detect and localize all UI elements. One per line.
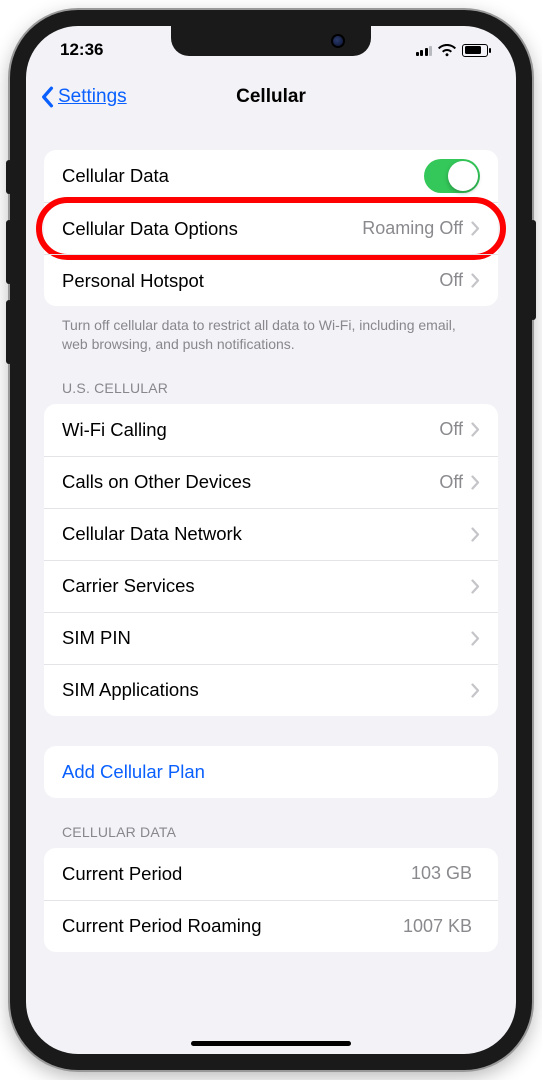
cellular-signal-icon <box>416 44 433 56</box>
content[interactable]: Cellular Data Cellular Data Options Roam… <box>26 120 516 1026</box>
group-usage: Current Period 103 GB Current Period Roa… <box>44 848 498 952</box>
row-personal-hotspot[interactable]: Personal Hotspot Off <box>44 254 498 306</box>
row-cellular-data[interactable]: Cellular Data <box>44 150 498 202</box>
group-carrier: Wi-Fi Calling Off Calls on Other Devices… <box>44 404 498 716</box>
wifi-calling-value: Off <box>439 419 463 440</box>
sim-apps-label: SIM Applications <box>62 679 471 701</box>
notch <box>171 26 371 56</box>
wifi-icon <box>438 44 456 57</box>
carrier-services-label: Carrier Services <box>62 575 471 597</box>
status-time: 12:36 <box>60 40 103 60</box>
chevron-right-icon <box>471 631 480 646</box>
row-current-period-roaming[interactable]: Current Period Roaming 1007 KB <box>44 900 498 952</box>
wifi-calling-label: Wi-Fi Calling <box>62 419 439 441</box>
row-wifi-calling[interactable]: Wi-Fi Calling Off <box>44 404 498 456</box>
current-period-label: Current Period <box>62 863 411 885</box>
page-title: Cellular <box>236 86 306 108</box>
chevron-right-icon <box>471 683 480 698</box>
carrier-header: U.S. CELLULAR <box>44 354 498 404</box>
cellular-data-toggle[interactable] <box>424 159 480 193</box>
chevron-right-icon <box>471 527 480 542</box>
home-indicator[interactable] <box>191 1041 351 1046</box>
status-right <box>416 44 489 57</box>
mute-switch <box>6 160 12 194</box>
screen: 12:36 Settings Cellular Cellular Data <box>26 26 516 1054</box>
chevron-right-icon <box>471 475 480 490</box>
roaming-label: Current Period Roaming <box>62 915 403 937</box>
sim-pin-label: SIM PIN <box>62 627 471 649</box>
row-calls-other-devices[interactable]: Calls on Other Devices Off <box>44 456 498 508</box>
row-current-period[interactable]: Current Period 103 GB <box>44 848 498 900</box>
chevron-right-icon <box>471 273 480 288</box>
personal-hotspot-value: Off <box>439 270 463 291</box>
personal-hotspot-label: Personal Hotspot <box>62 270 439 292</box>
row-sim-applications[interactable]: SIM Applications <box>44 664 498 716</box>
cellular-data-options-value: Roaming Off <box>362 218 463 239</box>
group-add-plan: Add Cellular Plan <box>44 746 498 798</box>
back-button[interactable]: Settings <box>40 86 127 108</box>
cellular-note: Turn off cellular data to restrict all d… <box>44 306 498 354</box>
row-add-cellular-plan[interactable]: Add Cellular Plan <box>44 746 498 798</box>
volume-up-button <box>6 220 12 284</box>
row-cellular-data-network[interactable]: Cellular Data Network <box>44 508 498 560</box>
group-cellular: Cellular Data Cellular Data Options Roam… <box>44 150 498 306</box>
front-camera <box>333 36 343 46</box>
data-network-label: Cellular Data Network <box>62 523 471 545</box>
cellular-data-options-label: Cellular Data Options <box>62 218 362 240</box>
usage-header: CELLULAR DATA <box>44 798 498 848</box>
chevron-right-icon <box>471 422 480 437</box>
battery-icon <box>462 44 488 57</box>
toggle-knob <box>448 161 478 191</box>
volume-down-button <box>6 300 12 364</box>
calls-other-label: Calls on Other Devices <box>62 471 439 493</box>
add-plan-label: Add Cellular Plan <box>62 761 480 783</box>
chevron-left-icon <box>40 86 54 108</box>
chevron-right-icon <box>471 579 480 594</box>
nav-bar: Settings Cellular <box>26 74 516 120</box>
chevron-right-icon <box>471 221 480 236</box>
roaming-value: 1007 KB <box>403 916 472 937</box>
row-carrier-services[interactable]: Carrier Services <box>44 560 498 612</box>
cellular-data-label: Cellular Data <box>62 165 424 187</box>
row-cellular-data-options[interactable]: Cellular Data Options Roaming Off <box>44 202 498 254</box>
back-label: Settings <box>58 86 127 108</box>
power-button <box>530 220 536 320</box>
current-period-value: 103 GB <box>411 863 472 884</box>
calls-other-value: Off <box>439 472 463 493</box>
row-sim-pin[interactable]: SIM PIN <box>44 612 498 664</box>
phone-frame: 12:36 Settings Cellular Cellular Data <box>10 10 532 1070</box>
